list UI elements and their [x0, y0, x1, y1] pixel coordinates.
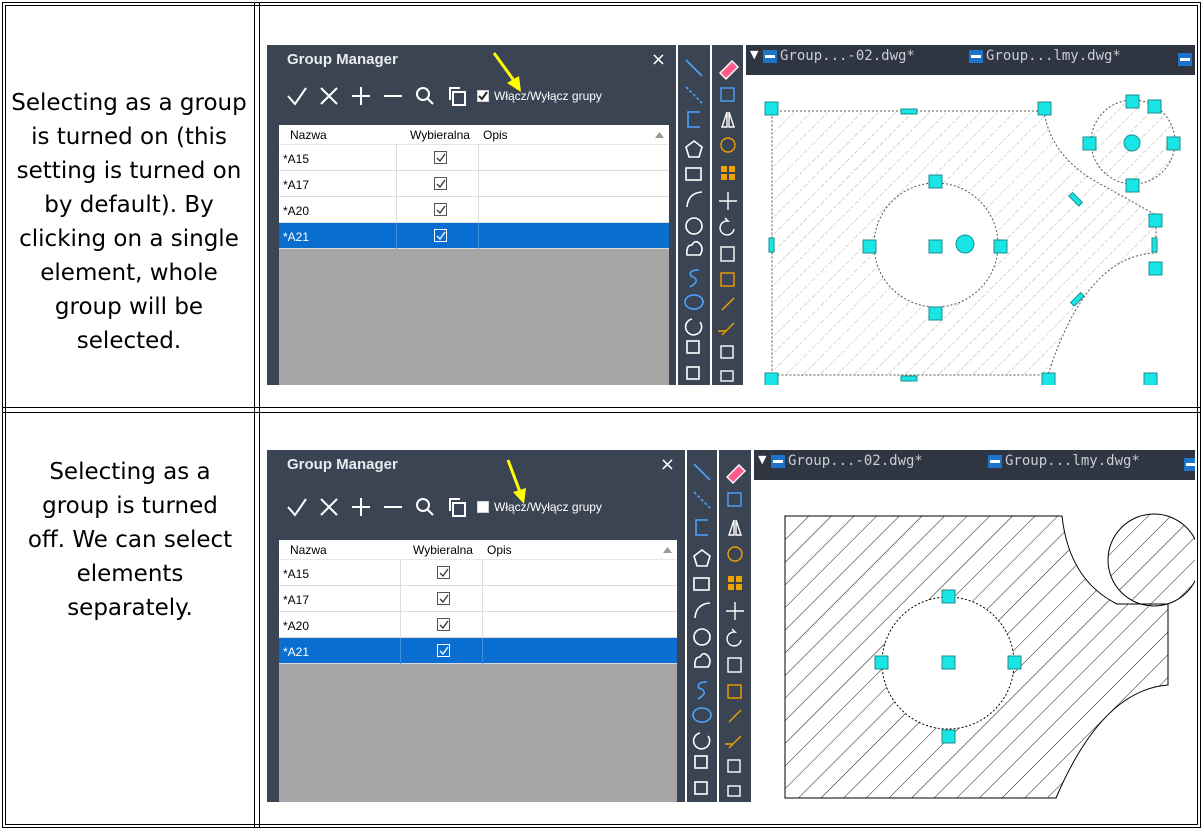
drawing-canvas[interactable]: ▼ Group...-02.dwg* Group...lmy.dwg* — [746, 45, 1195, 385]
group-name: *A15 — [283, 152, 310, 166]
search-icon[interactable] — [409, 81, 441, 111]
groups-table: Nazwa Wybieralna Opis *A15 *A17 *A20 *A2… — [279, 125, 669, 385]
delete-x-icon[interactable] — [313, 492, 345, 522]
row-divider — [2, 407, 1201, 408]
dwg-file-icon — [1184, 458, 1195, 471]
selectable-checkbox[interactable] — [437, 644, 450, 657]
annotation-arrow-icon — [492, 52, 521, 92]
selectable-checkbox[interactable] — [434, 229, 447, 242]
tab-title: Group...-02.dwg* — [788, 453, 923, 469]
tab-overflow[interactable] — [1178, 51, 1195, 75]
dwg-file-icon — [969, 49, 983, 63]
row-divider — [2, 412, 1201, 413]
annotation-arrow-icon — [506, 459, 526, 504]
table-row[interactable]: *A15 — [279, 560, 677, 586]
column-header-description[interactable]: Opis — [487, 543, 512, 557]
selectable-checkbox[interactable] — [437, 566, 450, 579]
table-row-selected[interactable]: *A21 — [279, 638, 677, 664]
selectable-checkbox[interactable] — [437, 618, 450, 631]
draw-toolbar — [678, 45, 710, 385]
selectable-checkbox[interactable] — [434, 177, 447, 190]
table-row[interactable]: *A17 — [279, 171, 669, 197]
row-2-description: Selecting as a group is turned off. We c… — [27, 459, 233, 621]
group-name: *A21 — [283, 230, 310, 244]
sort-up-icon[interactable] — [663, 547, 672, 553]
column-divider — [259, 2, 260, 828]
confirm-check-icon[interactable] — [281, 492, 313, 522]
groups-table: Nazwa Wybieralna Opis *A15 *A17 *A20 *A2… — [279, 540, 677, 802]
tab-title: Group...lmy.dwg* — [1005, 453, 1140, 469]
table-row[interactable]: *A15 — [279, 145, 669, 171]
group-toggle-checkbox[interactable] — [477, 501, 489, 513]
draw-tools-icons[interactable] — [678, 45, 710, 385]
modify-toolbar — [712, 45, 743, 385]
modify-tools-icons[interactable] — [719, 450, 751, 802]
table-row-selected[interactable]: *A21 — [279, 223, 669, 249]
tab-title: Group...lmy.dwg* — [986, 48, 1121, 64]
group-manager-panel: Group Manager × Włącz/Wyłącz grupy Nazwa… — [267, 45, 676, 385]
row-1-description: Selecting as a group is turned on (this … — [11, 90, 247, 354]
group-name: *A15 — [283, 567, 310, 581]
group-name: *A17 — [283, 593, 310, 607]
group-name: *A20 — [283, 619, 310, 633]
table-row[interactable]: *A17 — [279, 586, 677, 612]
drawing-group-selected[interactable] — [746, 75, 1195, 385]
column-divider — [254, 2, 255, 828]
tab-list-arrow-icon[interactable]: ▼ — [750, 48, 758, 61]
drawing-elements-separate[interactable] — [754, 480, 1195, 802]
modify-toolbar — [719, 450, 751, 802]
modify-tools-icons[interactable] — [712, 45, 743, 385]
tab-list-arrow-icon[interactable]: ▼ — [758, 453, 766, 466]
sort-up-icon[interactable] — [655, 132, 664, 138]
selectable-checkbox[interactable] — [437, 592, 450, 605]
panel-toolbar: Włącz/Wyłącz grupy — [281, 492, 602, 522]
column-header-selectable[interactable]: Wybieralna — [413, 543, 473, 557]
delete-x-icon[interactable] — [313, 81, 345, 111]
table-row[interactable]: *A20 — [279, 612, 677, 638]
tab-document-1[interactable]: Group...-02.dwg* — [763, 48, 915, 64]
table-row[interactable]: *A20 — [279, 197, 669, 223]
document-tabs: ▼ Group...-02.dwg* Group...lmy.dwg* — [754, 450, 1195, 480]
drawing-canvas[interactable]: ▼ Group...-02.dwg* Group...lmy.dwg* — [754, 450, 1195, 802]
search-icon[interactable] — [409, 492, 441, 522]
panel-title: Group Manager — [287, 456, 398, 473]
panel-title: Group Manager — [287, 51, 398, 68]
column-header-name[interactable]: Nazwa — [290, 543, 327, 557]
table-header: Nazwa Wybieralna Opis — [279, 125, 669, 145]
group-name: *A20 — [283, 204, 310, 218]
panel-toolbar: Włącz/Wyłącz grupy — [281, 81, 602, 111]
group-manager-panel: Group Manager × Włącz/Wyłącz grupy Nazwa… — [267, 450, 685, 802]
table-header: Nazwa Wybieralna Opis — [279, 540, 677, 560]
close-icon[interactable]: × — [660, 454, 675, 475]
tab-document-2[interactable]: Group...lmy.dwg* — [969, 48, 1121, 64]
copy-icon[interactable] — [441, 492, 473, 522]
dwg-file-icon — [763, 49, 777, 63]
dwg-file-icon — [771, 454, 785, 468]
tab-document-1[interactable]: Group...-02.dwg* — [771, 453, 923, 469]
dwg-file-icon — [988, 454, 1002, 468]
column-header-selectable[interactable]: Wybieralna — [410, 128, 470, 142]
dwg-file-icon — [1178, 53, 1192, 66]
tab-title: Group...-02.dwg* — [780, 48, 915, 64]
document-tabs: ▼ Group...-02.dwg* Group...lmy.dwg* — [746, 45, 1195, 75]
draw-tools-icons[interactable] — [687, 450, 717, 802]
confirm-check-icon[interactable] — [281, 81, 313, 111]
group-toggle[interactable]: Włącz/Wyłącz grupy — [477, 500, 602, 514]
remove-minus-icon[interactable] — [377, 492, 409, 522]
copy-icon[interactable] — [441, 81, 473, 111]
selectable-checkbox[interactable] — [434, 203, 447, 216]
tab-document-2[interactable]: Group...lmy.dwg* — [988, 453, 1140, 469]
tab-overflow[interactable] — [1184, 456, 1195, 480]
column-header-name[interactable]: Nazwa — [290, 128, 327, 142]
column-header-description[interactable]: Opis — [483, 128, 508, 142]
add-plus-icon[interactable] — [345, 81, 377, 111]
draw-toolbar — [687, 450, 717, 802]
selectable-checkbox[interactable] — [434, 151, 447, 164]
close-icon[interactable]: × — [651, 49, 666, 70]
group-name: *A17 — [283, 178, 310, 192]
remove-minus-icon[interactable] — [377, 81, 409, 111]
add-plus-icon[interactable] — [345, 492, 377, 522]
group-name: *A21 — [283, 645, 310, 659]
